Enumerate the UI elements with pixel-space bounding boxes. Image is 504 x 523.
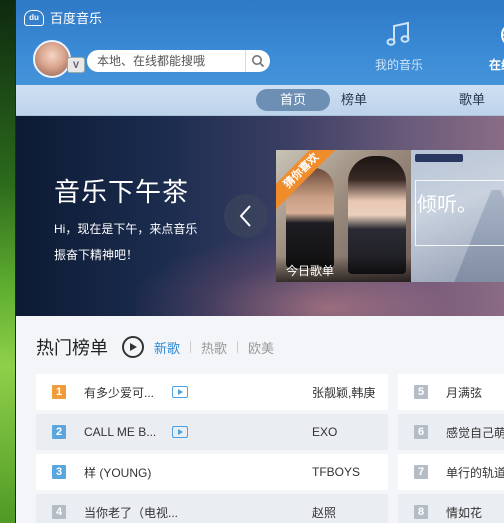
search-icon — [252, 55, 265, 68]
rank-number: 8 — [414, 505, 428, 519]
tab-charts[interactable]: 榜单 — [332, 89, 376, 111]
banner-title: 音乐下午茶 — [54, 177, 190, 207]
user-avatar[interactable] — [33, 40, 71, 78]
table-row[interactable]: 1 有多少爱可... 张靓颖,韩庚 — [36, 374, 388, 410]
hot-chart-title: 热门榜单 — [36, 338, 108, 358]
artist-name[interactable]: 张靓颖,韩庚 — [312, 384, 375, 401]
song-title[interactable]: 月满弦 — [446, 384, 504, 401]
rank-number: 2 — [52, 425, 66, 439]
tab-playlists[interactable]: 歌单 — [450, 89, 494, 111]
song-title[interactable]: CALL ME B... — [84, 425, 164, 439]
playlist-card-today[interactable]: 猜你喜欢 今日歌单 — [276, 150, 411, 282]
rank-number: 3 — [52, 465, 66, 479]
search-input[interactable] — [95, 53, 249, 69]
banner-line-2: 振奋下精神吧！ — [54, 248, 139, 262]
mv-icon[interactable] — [172, 426, 188, 438]
divider — [237, 341, 239, 353]
desktop-wallpaper — [0, 0, 16, 523]
song-title[interactable]: 有多少爱可... — [84, 384, 164, 401]
rank-number: 4 — [52, 505, 66, 519]
nav-online-music-label: 在线音乐 — [488, 58, 504, 72]
sub-nav: 首页 榜单 歌单 — [16, 85, 504, 116]
filter-hot-songs[interactable]: 热歌 — [201, 338, 227, 357]
nav-my-music-label: 我的音乐 — [374, 58, 423, 72]
banner-line-1: Hi，现在是下午，来点音乐 — [54, 222, 198, 236]
table-row[interactable]: 2 CALL ME B... EXO — [36, 414, 388, 450]
rank-number: 7 — [414, 465, 428, 479]
hot-chart-section: 热门榜单 新歌 热歌 欧美 1 有多少爱可... 张靓颖,韩庚 2 CALL M… — [16, 316, 504, 523]
app-header: du 百度音乐 V 我的音乐 — [16, 0, 504, 85]
song-title[interactable]: 情如花 — [446, 504, 504, 521]
rank-number: 6 — [414, 425, 428, 439]
chevron-left-icon — [239, 205, 251, 227]
vip-badge-icon[interactable]: V — [67, 57, 85, 73]
playlist-card-title: 倾听。 — [417, 194, 477, 216]
music-note-icon — [386, 21, 410, 46]
playlist-card-title: 今日歌单 — [276, 256, 411, 282]
app-title: 百度音乐 — [50, 11, 103, 26]
song-title[interactable]: 样 (YOUNG) — [84, 464, 194, 481]
song-title[interactable]: 感觉自己萌 — [446, 424, 504, 441]
play-icon — [130, 343, 137, 351]
table-row[interactable]: 5 月满弦 — [398, 374, 504, 410]
filter-new-songs[interactable]: 新歌 — [154, 338, 180, 357]
mv-icon[interactable] — [172, 386, 188, 398]
table-row[interactable]: 7 单行的轨道 — [398, 454, 504, 490]
rank-number: 5 — [414, 385, 428, 399]
divider — [190, 341, 192, 353]
filter-western[interactable]: 欧美 — [248, 338, 274, 357]
play-all-button[interactable] — [122, 336, 144, 358]
app-logo: du 百度音乐 — [24, 8, 102, 27]
artist-name[interactable]: 赵照 — [312, 504, 336, 521]
artist-name[interactable]: TFBOYS — [312, 465, 360, 479]
baidu-music-logo-icon: du — [24, 9, 44, 26]
tab-home[interactable]: 首页 — [256, 89, 330, 111]
song-title[interactable]: 当你老了（电视... — [84, 504, 204, 521]
search-button[interactable] — [245, 50, 270, 72]
banner: 音乐下午茶 Hi，现在是下午，来点音乐 振奋下精神吧！ 猜你喜欢 今日歌单 倾听… — [16, 116, 504, 316]
hot-chart-header: 热门榜单 新歌 热歌 欧美 — [36, 334, 274, 360]
nav-online-music[interactable]: 在线音乐 — [478, 18, 504, 73]
globe-icon — [501, 27, 504, 43]
playlist-card-listen[interactable]: 倾听。 — [411, 150, 504, 282]
banner-prev-button[interactable] — [224, 194, 268, 238]
song-title[interactable]: 单行的轨道 — [446, 464, 504, 481]
card-tag — [415, 154, 463, 162]
rank-number: 1 — [52, 385, 66, 399]
nav-my-music[interactable]: 我的音乐 — [364, 18, 434, 73]
search-box — [87, 50, 270, 72]
table-row[interactable]: 8 情如花 — [398, 494, 504, 523]
table-row[interactable]: 6 感觉自己萌 — [398, 414, 504, 450]
artist-name[interactable]: EXO — [312, 425, 337, 439]
app-window: du 百度音乐 V 我的音乐 — [15, 0, 504, 523]
table-row[interactable]: 4 当你老了（电视... 赵照 — [36, 494, 388, 523]
table-row[interactable]: 3 样 (YOUNG) TFBOYS — [36, 454, 388, 490]
